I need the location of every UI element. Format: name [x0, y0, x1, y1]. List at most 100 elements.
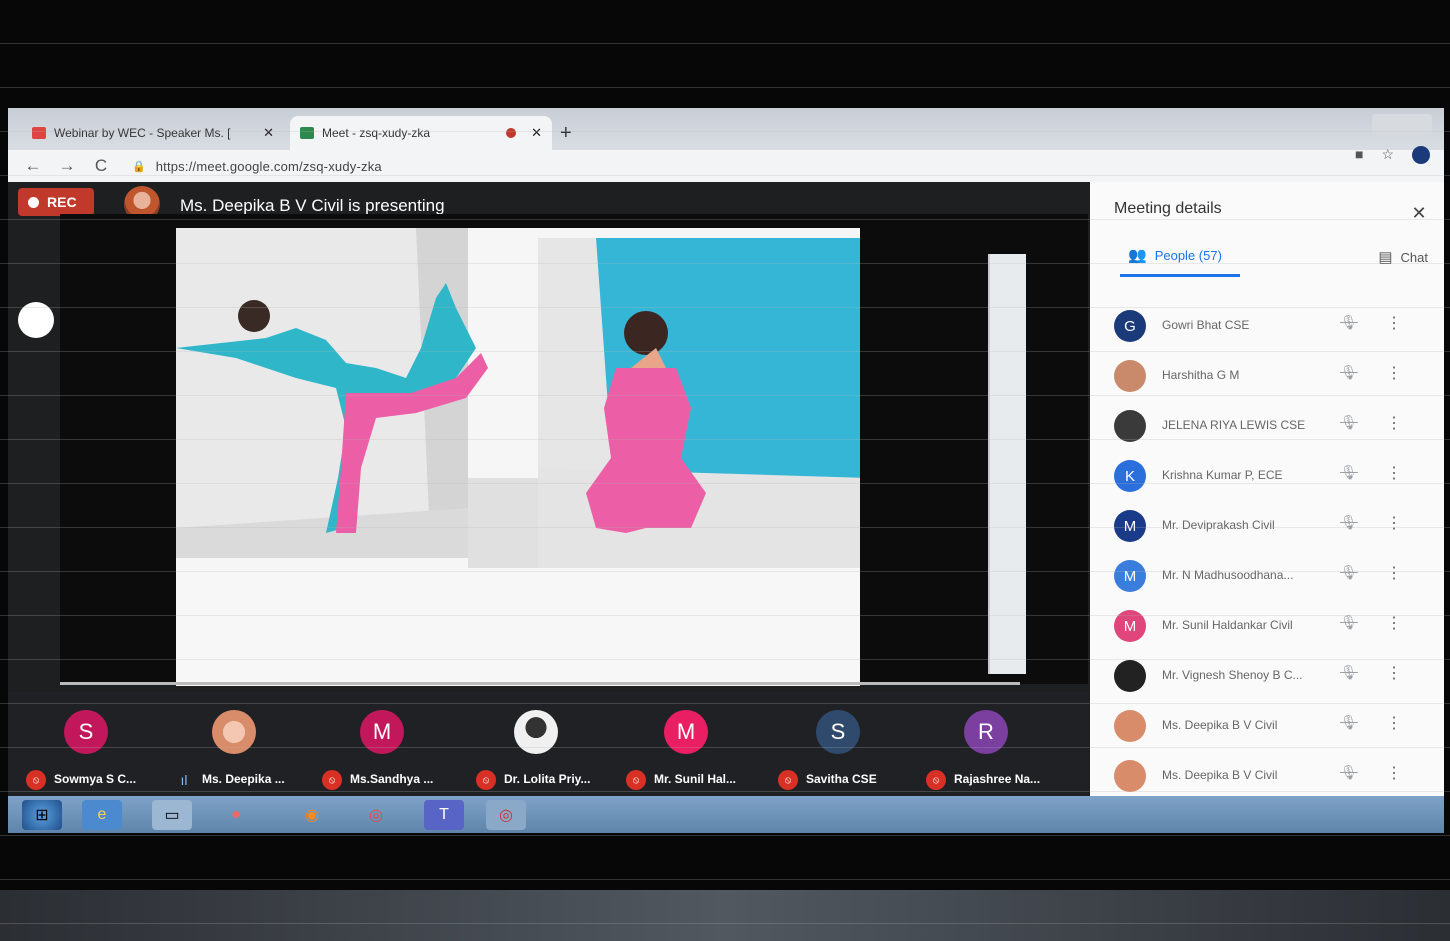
participants-strip: S ⦸ Sowmya S C... ıl Ms. Deepika ... M ⦸…: [8, 692, 1088, 796]
close-panel-button[interactable]: ✕: [1404, 198, 1434, 228]
start-button[interactable]: ⊞: [22, 800, 62, 830]
people-list-item[interactable]: M Mr. Sunil Haldankar Civil 🎙 ⋮: [1090, 600, 1444, 650]
participant-name: Rajashree Na...: [954, 772, 1041, 786]
camera-icon[interactable]: ■: [1355, 146, 1363, 164]
more-options-icon[interactable]: ⋮: [1386, 313, 1402, 333]
reload-button[interactable]: C: [92, 156, 110, 176]
person-name: JELENA RIYA LEWIS CSE: [1162, 418, 1306, 432]
person-name: Mr. Sunil Haldankar Civil: [1162, 618, 1293, 632]
ie-icon[interactable]: e: [82, 800, 122, 830]
avatar: K: [1114, 460, 1146, 492]
participant-tile[interactable]: M ⦸ Ms.Sandhya ...: [308, 692, 456, 796]
more-options-icon[interactable]: ⋮: [1386, 513, 1402, 533]
person-name: Mr. Vignesh Shenoy B C...: [1162, 668, 1303, 682]
more-options-icon[interactable]: ⋮: [1386, 413, 1402, 433]
chrome-icon[interactable]: ◎: [356, 800, 396, 830]
media-icon[interactable]: ●: [216, 800, 256, 830]
mic-muted-icon[interactable]: 🎙: [1340, 614, 1358, 631]
mic-muted-icon: ⦸: [626, 770, 646, 790]
lock-icon: 🔒: [132, 160, 146, 173]
people-list-item[interactable]: G Gowri Bhat CSE 🎙 ⋮: [1090, 300, 1444, 350]
person-name: Ms. Deepika B V Civil: [1162, 768, 1278, 782]
more-options-icon[interactable]: ⋮: [1386, 463, 1402, 483]
mic-muted-icon[interactable]: 🎙: [1340, 514, 1358, 531]
windows-taskbar: ⊞ e ▭ ● ◉ ◎ T ◎: [8, 796, 1444, 833]
people-list-item[interactable]: M Mr. Deviprakash Civil 🎙 ⋮: [1090, 500, 1444, 550]
mic-muted-icon[interactable]: 🎙: [1340, 314, 1358, 331]
more-options-icon[interactable]: ⋮: [1386, 713, 1402, 733]
participant-tile[interactable]: R ⦸ Rajashree Na...: [912, 692, 1060, 796]
person-name: Mr. N Madhusoodhana...: [1162, 568, 1294, 582]
new-tab-button[interactable]: +: [560, 122, 572, 145]
people-icon: 👥: [1128, 247, 1147, 264]
close-tab-icon[interactable]: ✕: [263, 125, 274, 141]
people-list-item[interactable]: Ms. Deepika B V Civil 🎙 ⋮: [1090, 750, 1444, 800]
close-tab-icon[interactable]: ✕: [531, 125, 542, 141]
people-list-item[interactable]: M Mr. N Madhusoodhana... 🎙 ⋮: [1090, 550, 1444, 600]
more-options-icon[interactable]: ⋮: [1386, 763, 1402, 783]
photo-frame: Webinar by WEC - Speaker Ms. [ ✕ Meet - …: [0, 0, 1450, 941]
monitor-bezel: [0, 890, 1450, 941]
participant-tile[interactable]: S ⦸ Sowmya S C...: [12, 692, 160, 796]
avatar: G: [1114, 310, 1146, 342]
people-list-item[interactable]: JELENA RIYA LEWIS CSE 🎙 ⋮: [1090, 400, 1444, 450]
firefox-icon[interactable]: ◉: [292, 800, 332, 830]
back-button[interactable]: ←: [24, 156, 42, 176]
participant-name: Sowmya S C...: [54, 772, 137, 786]
participant-name: Savitha CSE: [806, 772, 877, 786]
mic-muted-icon[interactable]: 🎙: [1340, 414, 1358, 431]
chat-tab-label: Chat: [1400, 249, 1428, 265]
people-list-item[interactable]: Ms. Deepika B V Civil 🎙 ⋮: [1090, 700, 1444, 750]
person-name: Harshitha G M: [1162, 368, 1240, 382]
mic-muted-icon[interactable]: 🎙: [1340, 664, 1358, 681]
avatar: [1114, 360, 1146, 392]
more-options-icon[interactable]: ⋮: [1386, 363, 1402, 383]
people-list-item[interactable]: K Krishna Kumar P, ECE 🎙 ⋮: [1090, 450, 1444, 500]
mic-muted-icon[interactable]: 🎙: [1340, 714, 1358, 731]
tab-meet[interactable]: Meet - zsq-xudy-zka ✕: [290, 116, 552, 150]
progress-bar: [60, 682, 1020, 685]
mic-speaking-icon: ıl: [180, 772, 188, 788]
chrome-window-icon[interactable]: ◎: [486, 800, 526, 830]
avatar: M: [1114, 610, 1146, 642]
people-list-item[interactable]: Harshitha G M 🎙 ⋮: [1090, 350, 1444, 400]
participant-tile[interactable]: M ⦸ Mr. Sunil Hal...: [612, 692, 760, 796]
recording-dot-icon: [506, 128, 516, 138]
more-options-icon[interactable]: ⋮: [1386, 563, 1402, 583]
avatar: R: [964, 710, 1008, 754]
meet-icon: [300, 127, 314, 139]
avatar: S: [816, 710, 860, 754]
rec-label: REC: [47, 194, 77, 210]
side-scroll-panel[interactable]: [988, 254, 1026, 674]
star-icon[interactable]: ☆: [1381, 146, 1394, 164]
mic-muted-icon: ⦸: [926, 770, 946, 790]
tab-people[interactable]: 👥 People (57): [1128, 246, 1222, 264]
url-field[interactable]: https://meet.google.com/zsq-xudy-zka: [156, 159, 382, 174]
profile-icon[interactable]: [1412, 146, 1430, 164]
avatar: [1114, 660, 1146, 692]
tab-webinar[interactable]: Webinar by WEC - Speaker Ms. [ ✕: [22, 116, 284, 150]
mic-muted-icon[interactable]: 🎙: [1340, 564, 1358, 581]
mic-muted-icon[interactable]: 🎙: [1340, 464, 1358, 481]
people-list-item[interactable]: Mr. Vignesh Shenoy B C... 🎙 ⋮: [1090, 650, 1444, 700]
forward-button[interactable]: →: [58, 156, 76, 176]
participant-tile[interactable]: ⦸ Dr. Lolita Priy...: [462, 692, 610, 796]
participant-tile[interactable]: ıl Ms. Deepika ...: [160, 692, 308, 796]
teams-icon[interactable]: T: [424, 800, 464, 830]
participant-tile[interactable]: S ⦸ Savitha CSE: [764, 692, 912, 796]
avatar: M: [1114, 510, 1146, 542]
mic-muted-icon: ⦸: [26, 770, 46, 790]
more-options-icon[interactable]: ⋮: [1386, 663, 1402, 683]
meeting-details-panel: ■ ☆ Meeting details ✕ 👥 People (57) ▤ Ch…: [1090, 146, 1444, 796]
mic-muted-icon[interactable]: 🎙: [1340, 364, 1358, 381]
window-controls[interactable]: [1372, 114, 1432, 134]
avatar: M: [664, 710, 708, 754]
more-options-icon[interactable]: ⋮: [1386, 613, 1402, 633]
folder-icon[interactable]: ▭: [152, 800, 192, 830]
tab-chat[interactable]: ▤ Chat: [1378, 248, 1428, 266]
avatar: [514, 710, 558, 754]
monitor-screen: Webinar by WEC - Speaker Ms. [ ✕ Meet - …: [8, 108, 1444, 833]
participant-name: Dr. Lolita Priy...: [504, 772, 591, 786]
mic-muted-icon[interactable]: 🎙: [1340, 764, 1358, 781]
avatar: M: [1114, 560, 1146, 592]
